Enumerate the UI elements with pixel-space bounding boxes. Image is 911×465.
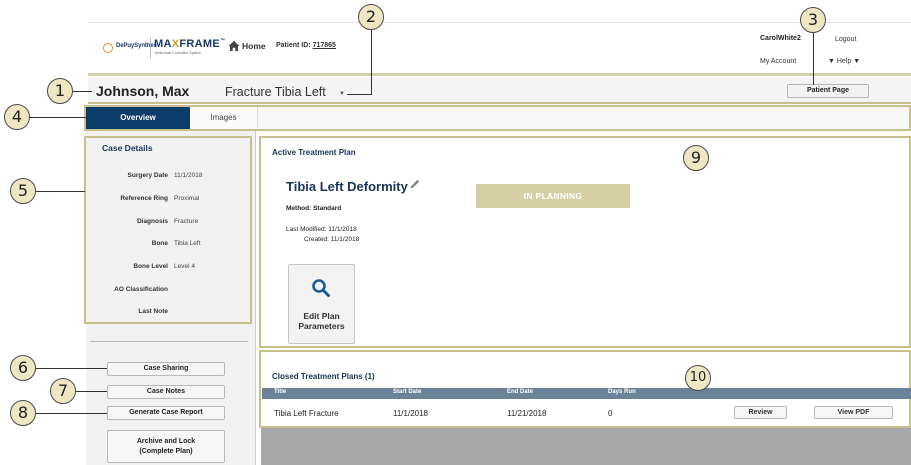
bone-level-value: Level 4 [174,263,195,270]
last-modified-value: 11/1/2018 [328,226,357,233]
callout-9: 9 [683,145,709,171]
column-start-date: Start Date [393,389,422,395]
reference-ring-label: Reference Ring [120,195,168,202]
reference-ring-value: Proximal [174,195,200,202]
my-account-link[interactable]: My Account [760,58,796,65]
archive-and-lock-button[interactable]: Archive and Lock (Complete Plan) [107,430,225,463]
edit-plan-parameters-button[interactable] [288,264,355,344]
last-note-label: Last Note [138,308,168,315]
callout-2-line-v [371,28,373,94]
callout-3: 3 [800,7,826,33]
logo-separator [150,38,151,58]
pencil-icon[interactable] [409,178,421,190]
row-title: Tibia Left Fracture [274,409,339,418]
callout-2: 2 [358,4,384,30]
column-end-date: End Date [507,389,534,395]
closed-plans-title: Closed Treatment Plans (1) [272,372,375,381]
case-details-panel [84,136,252,324]
callout-4-line [28,117,86,119]
archive-line1: Archive and Lock [136,438,196,445]
callout-8-line [34,413,107,415]
case-select[interactable]: Fracture Tibia Left [225,85,326,99]
bone-level-label: Bone Level [133,263,168,270]
surgery-date-value: 11/1/2018 [174,172,203,179]
home-link[interactable]: Home [242,41,266,51]
case-select-chevron-down-icon[interactable]: ▼ [339,91,345,97]
last-modified: Last Modified: 11/1/2018 [286,226,357,233]
header-divider [88,73,911,76]
row-end-date: 11/21/2018 [507,409,547,418]
patient-id-value[interactable]: 717865 [313,42,336,49]
row-days-run: 0 [608,409,613,418]
case-notes-button[interactable]: Case Notes [107,385,225,399]
brand-subtitle: Multi-Axial Correction System [155,51,201,55]
row-start-date: 11/1/2018 [393,409,428,418]
column-days-run: Days Run [608,389,636,395]
closed-plans-header-row [262,388,911,399]
surgery-date-label: Surgery Date [127,172,168,179]
edit-plan-label: Edit Plan Parameters [288,311,355,331]
review-button[interactable]: Review [734,406,787,419]
plan-method: Method: Standard [286,205,342,212]
callout-8: 8 [10,400,36,426]
brand-logo: MAXFRAME™ [154,38,226,50]
bone-value: Tibia Left [174,240,201,247]
active-plan-title: Active Treatment Plan [272,148,356,157]
callout-6-line [34,368,107,370]
callout-7-line [74,391,107,393]
home-icon[interactable] [228,40,240,52]
last-modified-label: Last Modified: [286,226,327,233]
left-divider [90,341,248,342]
edit-line1: Edit Plan [303,311,340,321]
callout-6: 6 [10,355,36,381]
empty-area [261,428,911,465]
ao-classification-label: AO Classification [114,286,168,293]
view-pdf-button[interactable]: View PDF [814,406,893,419]
diagnosis-value: Fracture [174,218,199,225]
case-details-title: Case Details [102,143,153,153]
patient-id-label: Patient ID: [276,42,311,49]
search-icon [312,279,330,297]
logout-link[interactable]: Logout [835,36,856,43]
archive-line2: (Complete Plan) [139,448,193,455]
tab-images[interactable]: Images [190,107,258,129]
edit-line2: Parameters [298,321,345,331]
callout-5: 5 [10,178,36,204]
status-badge: IN PLANNING [476,184,630,208]
tab-overview[interactable]: Overview [86,107,190,129]
callout-3-line [813,30,815,85]
created-label: Created: [304,236,329,243]
patient-page-button[interactable]: Patient Page [787,84,869,98]
depuy-logo-icon [103,43,113,53]
plan-name: Tibia Left Deformity [286,179,408,194]
callout-10: 10 [685,365,711,391]
callout-7: 7 [50,378,76,404]
callout-2-line-h [347,94,372,96]
column-title: Title [274,389,287,395]
callout-4: 4 [4,104,30,130]
patient-id: Patient ID: 717865 [276,42,336,49]
help-menu[interactable]: ▼ Help ▼ [828,58,860,65]
created: Created: 11/1/2018 [304,236,359,243]
diagnosis-label: Diagnosis [136,218,168,225]
bone-label: Bone [151,240,168,247]
callout-5-line [34,191,85,193]
generate-case-report-button[interactable]: Generate Case Report [107,406,225,420]
created-value: 11/1/2018 [330,236,360,243]
case-sharing-button[interactable]: Case Sharing [107,362,225,376]
patient-name: Johnson, Max [96,83,190,99]
callout-1: 1 [47,78,73,104]
user-name: CarolWhite2 [760,35,801,42]
